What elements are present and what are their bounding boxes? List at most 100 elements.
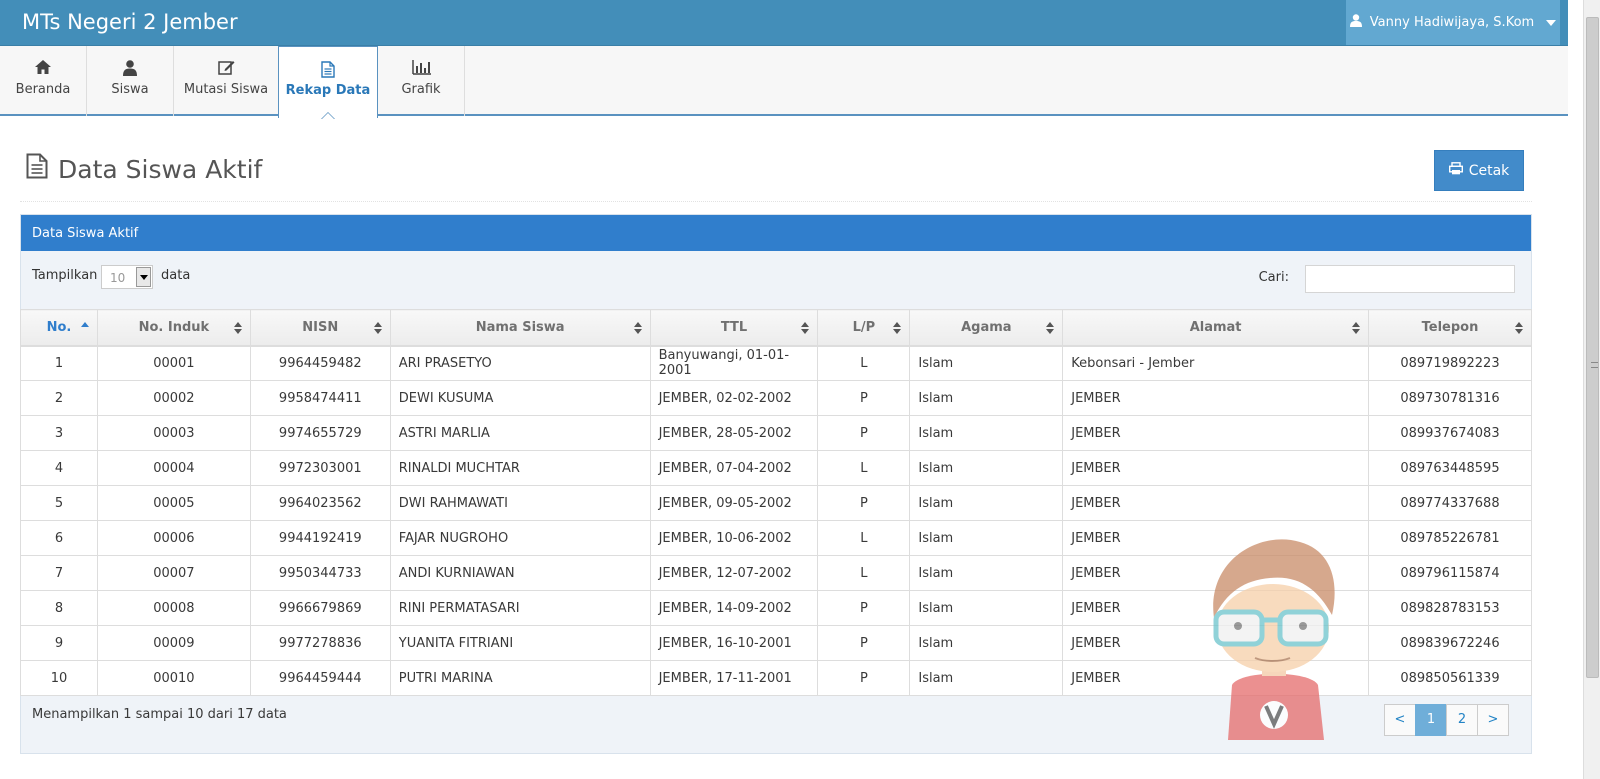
user-menu[interactable]: Vanny Hadiwijaya, S.Kom bbox=[1346, 0, 1560, 45]
cell-nisn: 9966679869 bbox=[249, 590, 391, 626]
nav-item-mutasi-siswa[interactable]: Mutasi Siswa bbox=[174, 46, 279, 116]
pagination: < 1 2 > bbox=[1384, 704, 1509, 736]
cell-no: 10 bbox=[20, 660, 98, 696]
cell-nisn: 9950344733 bbox=[249, 555, 391, 591]
nav-item-grafik[interactable]: Grafik bbox=[378, 46, 465, 116]
nav-item-siswa[interactable]: Siswa bbox=[87, 46, 174, 116]
page-size-value: 10 bbox=[110, 271, 126, 285]
cell-nama: YUANITA FITRIANI bbox=[389, 625, 651, 661]
col-header-label: TTL bbox=[720, 319, 748, 335]
cell-no-induk: 00001 bbox=[96, 345, 251, 381]
cell-agama: Islam bbox=[909, 415, 1064, 451]
cell-nisn: 9977278836 bbox=[249, 625, 391, 661]
cell-nisn: 9974655729 bbox=[249, 415, 391, 451]
page-size-select[interactable]: 10 bbox=[101, 265, 153, 289]
cell-nama: FAJAR NUGROHO bbox=[389, 520, 651, 556]
cell-no-induk: 00005 bbox=[96, 485, 251, 521]
cell-ttl: JEMBER, 14-09-2002 bbox=[649, 590, 819, 626]
mascot-illustration bbox=[1200, 520, 1350, 740]
cell-telepon: 089937674083 bbox=[1367, 415, 1533, 451]
col-header-nisn[interactable]: NISN bbox=[249, 309, 391, 347]
col-header-label: Agama bbox=[961, 319, 1012, 335]
scrollbar-thumb[interactable] bbox=[1586, 17, 1599, 678]
col-header-no-induk[interactable]: No. Induk bbox=[96, 309, 251, 347]
panel-heading: Data Siswa Aktif bbox=[21, 215, 1531, 251]
cell-telepon: 089719892223 bbox=[1367, 345, 1533, 381]
pagination-prev[interactable]: < bbox=[1384, 704, 1416, 736]
col-header-label: L/P bbox=[852, 319, 876, 335]
cell-no-induk: 00006 bbox=[96, 520, 251, 556]
col-header-alamat[interactable]: Alamat bbox=[1062, 309, 1369, 347]
sort-icon bbox=[801, 322, 810, 334]
cell-nisn: 9958474411 bbox=[249, 380, 391, 416]
col-header-lp[interactable]: L/P bbox=[817, 309, 911, 347]
print-icon bbox=[1448, 162, 1463, 179]
scrollbar-grip bbox=[1591, 362, 1598, 368]
table-controls: Tampilkan 10 data Cari: bbox=[21, 251, 1531, 309]
cell-ttl: JEMBER, 12-07-2002 bbox=[649, 555, 819, 591]
length-suffix: data bbox=[161, 268, 191, 283]
pagination-page-2[interactable]: 2 bbox=[1446, 704, 1478, 736]
cell-lp: P bbox=[817, 660, 911, 696]
pagination-next[interactable]: > bbox=[1477, 704, 1509, 736]
cell-no: 9 bbox=[20, 625, 98, 661]
col-header-telepon[interactable]: Telepon bbox=[1367, 309, 1533, 347]
sort-icon bbox=[633, 322, 642, 334]
col-header-label: NISN bbox=[302, 319, 339, 335]
nav-label: Rekap Data bbox=[285, 83, 371, 98]
cell-telepon: 089850561339 bbox=[1367, 660, 1533, 696]
bar-chart-icon bbox=[378, 60, 464, 76]
cell-lp: L bbox=[817, 450, 911, 486]
table-row: 3 00003 9974655729 ASTRI MARLIA JEMBER, 28-0… bbox=[20, 415, 1533, 451]
vertical-scrollbar[interactable] bbox=[1583, 0, 1600, 779]
cell-nama: ARI PRASETYO bbox=[389, 345, 651, 381]
cell-no: 3 bbox=[20, 415, 98, 451]
col-header-agama[interactable]: Agama bbox=[909, 309, 1064, 347]
top-navbar: MTs Negeri 2 Jember Vanny Hadiwijaya, S.… bbox=[0, 0, 1568, 46]
cell-no: 5 bbox=[20, 485, 98, 521]
cell-ttl: JEMBER, 07-04-2002 bbox=[649, 450, 819, 486]
cell-no: 6 bbox=[20, 520, 98, 556]
cell-nama: DEWI KUSUMA bbox=[389, 380, 651, 416]
nav-item-rekap-data[interactable]: Rekap Data bbox=[278, 46, 378, 119]
cell-agama: Islam bbox=[909, 555, 1064, 591]
search-input[interactable] bbox=[1305, 265, 1515, 293]
page-header: Data Siswa Aktif Cetak bbox=[20, 140, 1532, 202]
col-header-ttl[interactable]: TTL bbox=[649, 309, 819, 347]
cell-no-induk: 00010 bbox=[96, 660, 251, 696]
cell-no: 4 bbox=[20, 450, 98, 486]
nav-label: Siswa bbox=[111, 82, 149, 97]
table-row: 1 00001 9964459482 ARI PRASETYO Banyuwangi, … bbox=[20, 345, 1533, 381]
cell-agama: Islam bbox=[909, 450, 1064, 486]
cell-telepon: 089828783153 bbox=[1367, 590, 1533, 626]
search-label: Cari: bbox=[1258, 270, 1289, 285]
shortcut-nav: Beranda Siswa Mutasi Siswa Rekap Data Gr… bbox=[0, 46, 1568, 119]
user-icon bbox=[1349, 14, 1362, 31]
table-row: 5 00005 9964023562 DWI RAHMAWATI JEMBER, 09-… bbox=[20, 485, 1533, 521]
sort-icon bbox=[373, 322, 382, 334]
cell-no: 7 bbox=[20, 555, 98, 591]
col-header-label: No. Induk bbox=[138, 319, 210, 335]
sort-icon bbox=[233, 322, 242, 334]
cell-lp: P bbox=[817, 625, 911, 661]
pagination-page-1[interactable]: 1 bbox=[1415, 704, 1447, 736]
print-button[interactable]: Cetak bbox=[1434, 150, 1524, 191]
app-title[interactable]: MTs Negeri 2 Jember bbox=[22, 10, 238, 34]
cell-no-induk: 00003 bbox=[96, 415, 251, 451]
nav-item-beranda[interactable]: Beranda bbox=[0, 46, 87, 116]
cell-no: 2 bbox=[20, 380, 98, 416]
col-header-no[interactable]: No. bbox=[20, 309, 98, 347]
length-label: Tampilkan bbox=[32, 268, 98, 283]
cell-nama: ANDI KURNIAWAN bbox=[389, 555, 651, 591]
cell-nisn: 9964459444 bbox=[249, 660, 391, 696]
col-header-label: Nama Siswa bbox=[475, 319, 565, 335]
cell-alamat: JEMBER bbox=[1062, 485, 1369, 521]
cell-ttl: JEMBER, 28-05-2002 bbox=[649, 415, 819, 451]
cell-no-induk: 00007 bbox=[96, 555, 251, 591]
user-name: Vanny Hadiwijaya, S.Kom bbox=[1369, 15, 1535, 30]
cell-nama: DWI RAHMAWATI bbox=[389, 485, 651, 521]
col-header-nama-siswa[interactable]: Nama Siswa bbox=[389, 309, 651, 347]
cell-no-induk: 00004 bbox=[96, 450, 251, 486]
cell-telepon: 089774337688 bbox=[1367, 485, 1533, 521]
page-title-text: Data Siswa Aktif bbox=[58, 154, 263, 184]
